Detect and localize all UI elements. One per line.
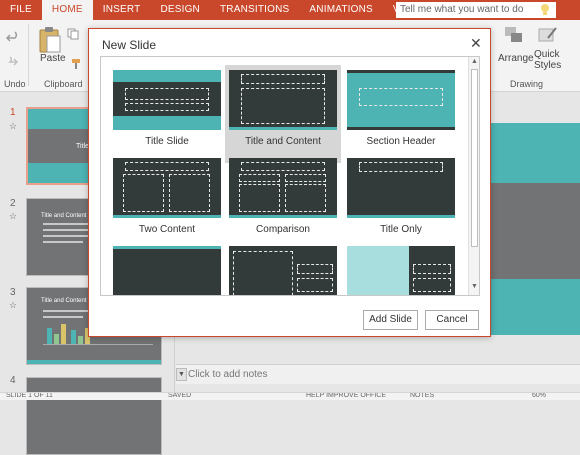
slide-number: 4 bbox=[10, 375, 16, 386]
save-status: SAVED bbox=[168, 392, 192, 399]
layout-section-header[interactable]: Section Header bbox=[343, 65, 459, 163]
scrollbar-thumb[interactable] bbox=[471, 69, 478, 247]
redo-icon[interactable] bbox=[6, 56, 18, 68]
scroll-down-icon[interactable]: ▼ bbox=[471, 283, 478, 290]
tab-home[interactable]: HOME bbox=[41, 0, 93, 20]
chevron-down-icon[interactable]: ▼ bbox=[176, 368, 187, 381]
undo-group-label: Undo bbox=[4, 79, 26, 89]
layout-blank[interactable] bbox=[109, 241, 225, 295]
slide-number: 2 bbox=[10, 198, 16, 209]
transition-icon: ☆ bbox=[9, 211, 18, 221]
transition-icon: ☆ bbox=[9, 300, 18, 310]
slide-counter: SLIDE 1 OF 11 bbox=[6, 392, 53, 399]
layout-title-and-content[interactable]: Title and Content bbox=[225, 65, 341, 163]
quick-styles-button[interactable]: Quick Styles bbox=[534, 49, 574, 71]
format-painter-icon[interactable] bbox=[70, 58, 82, 70]
layout-label: Title Slide bbox=[145, 136, 189, 147]
paste-icon[interactable] bbox=[38, 26, 62, 54]
cancel-button[interactable]: Cancel bbox=[425, 310, 479, 330]
transition-icon: ☆ bbox=[9, 121, 18, 131]
tab-transitions[interactable]: TRANSITIONS bbox=[210, 0, 299, 20]
arrange-icon[interactable] bbox=[504, 26, 524, 44]
layout-title-only[interactable]: Title Only bbox=[343, 153, 459, 251]
gallery-scrollbar[interactable]: ▲ ▼ bbox=[468, 57, 479, 295]
dialog-title: New Slide bbox=[102, 38, 157, 52]
new-slide-dialog: New Slide ✕ Title Slide Title and Conten… bbox=[88, 28, 491, 337]
tab-insert[interactable]: INSERT bbox=[93, 0, 151, 20]
notes-toggle-button[interactable]: NOTES bbox=[410, 393, 434, 399]
layout-label: Section Header bbox=[366, 136, 436, 147]
slide-number: 3 bbox=[10, 287, 16, 298]
layout-picture-with-caption[interactable] bbox=[343, 241, 459, 295]
layout-label: Title Only bbox=[380, 224, 422, 235]
status-bar: SLIDE 1 OF 11 SAVED HELP IMPROVE OFFICE … bbox=[0, 392, 580, 400]
paste-button[interactable]: Paste bbox=[40, 53, 66, 64]
copy-icon[interactable] bbox=[67, 28, 79, 40]
layout-title-slide[interactable]: Title Slide bbox=[109, 65, 225, 163]
zoom-level[interactable]: 60% bbox=[532, 393, 546, 399]
help-improve-link[interactable]: HELP IMPROVE OFFICE bbox=[306, 393, 386, 399]
tab-design[interactable]: DESIGN bbox=[150, 0, 210, 20]
undo-icon[interactable] bbox=[6, 30, 20, 44]
tell-me-input[interactable]: Tell me what you want to do bbox=[396, 2, 556, 18]
tab-file[interactable]: FILE bbox=[0, 0, 42, 20]
layout-gallery: Title Slide Title and Content Section He… bbox=[100, 56, 480, 296]
layout-label: Two Content bbox=[138, 224, 196, 235]
layout-two-content[interactable]: Two Content bbox=[109, 153, 225, 251]
tab-animations[interactable]: ANIMATIONS bbox=[299, 0, 382, 20]
add-slide-button[interactable]: Add Slide bbox=[363, 310, 418, 330]
layout-label: Comparison bbox=[256, 224, 310, 235]
slide-thumbnail-4[interactable] bbox=[26, 377, 162, 455]
scroll-up-icon[interactable]: ▲ bbox=[471, 58, 478, 65]
notes-pane[interactable]: ▼ Click to add notes bbox=[176, 364, 580, 384]
lightbulb-icon bbox=[541, 4, 549, 15]
ribbon-tab-bar: FILE HOME INSERT DESIGN TRANSITIONS ANIM… bbox=[0, 0, 580, 20]
layout-comparison[interactable]: Comparison bbox=[225, 153, 341, 251]
layout-label: Title and Content bbox=[245, 136, 321, 147]
notes-placeholder: Click to add notes bbox=[188, 369, 268, 380]
drawing-group-label: Drawing bbox=[510, 79, 544, 89]
layout-content-with-caption[interactable] bbox=[225, 241, 341, 295]
slide-number: 1 bbox=[10, 107, 16, 118]
clipboard-group-label: Clipboard bbox=[44, 79, 83, 89]
close-icon[interactable]: ✕ bbox=[470, 35, 482, 52]
arrange-button[interactable]: Arrange bbox=[498, 53, 534, 64]
quick-styles-icon[interactable] bbox=[538, 26, 558, 44]
